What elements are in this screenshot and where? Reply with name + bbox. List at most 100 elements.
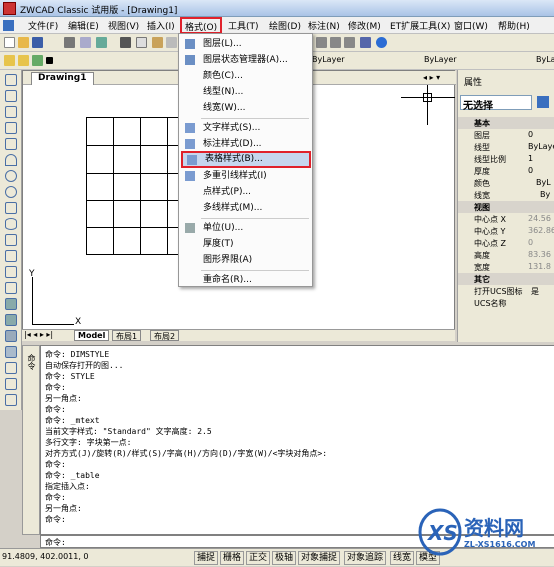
point-icon[interactable] — [5, 282, 17, 294]
app-menu-icon[interactable] — [3, 20, 14, 31]
tool-palette-icon[interactable] — [344, 37, 355, 48]
menu-tools[interactable]: 工具(T) — [226, 19, 261, 32]
copy-icon[interactable] — [136, 37, 147, 48]
spline-icon[interactable] — [5, 202, 17, 214]
prop-key: UCS名称 — [474, 299, 507, 308]
section-basic[interactable]: 基本 — [474, 118, 490, 129]
menu-dimension[interactable]: 标注(N) — [306, 19, 342, 32]
osnap-toggle[interactable]: 对象捕捉 — [298, 551, 341, 565]
menu-draw[interactable]: 绘图(D) — [267, 19, 303, 32]
polygon-icon[interactable] — [5, 122, 17, 134]
circle-icon[interactable] — [5, 170, 17, 182]
ellipse-icon[interactable] — [5, 218, 17, 230]
menu-file[interactable]: 文件(F) — [26, 19, 60, 32]
calculator-icon[interactable] — [360, 37, 371, 48]
arc-icon[interactable] — [5, 154, 17, 166]
design-center-icon[interactable] — [330, 37, 341, 48]
mtext-icon[interactable] — [5, 394, 17, 406]
properties-icon[interactable] — [316, 37, 327, 48]
menu-item-layer[interactable]: 图层(L)... — [181, 36, 311, 52]
menu-item-table-style[interactable]: 表格样式(B)... — [181, 151, 311, 168]
paste-icon[interactable] — [152, 37, 163, 48]
section-view[interactable]: 视图 — [474, 202, 490, 213]
lineweight-toggle[interactable]: 线宽 — [390, 551, 415, 565]
menu-edit[interactable]: 编辑(E) — [66, 19, 101, 32]
layer-sun-icon[interactable] — [18, 55, 29, 66]
menu-item-point-style[interactable]: 点样式(P)... — [181, 184, 311, 200]
menu-format[interactable]: 格式(O) — [180, 17, 223, 34]
wipeout-icon[interactable] — [5, 346, 17, 358]
menu-modify[interactable]: 修改(M) — [346, 19, 383, 32]
menu-item-multiline-style[interactable]: 多线样式(M)... — [181, 200, 311, 216]
layer-lock-icon[interactable] — [32, 55, 43, 66]
otrack-toggle[interactable]: 对象追踪 — [344, 551, 387, 565]
menu-window[interactable]: 窗口(W) — [452, 19, 490, 32]
menu-item-rename[interactable]: 重命名(R)... — [181, 272, 311, 288]
match-properties-icon[interactable] — [166, 37, 177, 48]
prop-key: 高度 — [474, 251, 490, 260]
tab-model[interactable]: Model — [74, 330, 110, 341]
menu-help[interactable]: 帮助(H) — [496, 19, 532, 32]
menu-view[interactable]: 视图(V) — [106, 19, 141, 32]
menu-item-color[interactable]: 颜色(C)... — [181, 68, 311, 84]
save-icon[interactable] — [32, 37, 43, 48]
ortho-toggle[interactable]: 正交 — [246, 551, 271, 565]
region-icon[interactable] — [5, 330, 17, 342]
construction-line-icon[interactable] — [5, 90, 17, 102]
menu-item-thickness[interactable]: 厚度(T) — [181, 236, 311, 252]
polar-toggle[interactable]: 极轴 — [272, 551, 297, 565]
layout-nav-icon[interactable]: |◂ ◂ ▸ ▸| — [24, 330, 53, 339]
menu-et-tools[interactable]: ET扩展工具(X) — [388, 19, 452, 32]
make-block-icon[interactable] — [5, 266, 17, 278]
prop-value[interactable]: By — [540, 190, 550, 199]
layer-light-icon[interactable] — [4, 55, 15, 66]
publish-icon[interactable] — [96, 37, 107, 48]
selection-combo[interactable]: 无选择 — [460, 95, 532, 112]
help-icon[interactable] — [376, 37, 387, 48]
prop-value[interactable]: ByL — [536, 178, 551, 187]
grid-toggle[interactable]: 栅格 — [220, 551, 245, 565]
snap-toggle[interactable]: 捕捉 — [194, 551, 219, 565]
prop-value[interactable]: 0 — [528, 130, 533, 139]
tab-layout2[interactable]: 布局2 — [150, 330, 180, 341]
menu-item-text-style[interactable]: 文字样式(S)... — [181, 120, 311, 136]
polyline-icon[interactable] — [5, 106, 17, 118]
new-icon[interactable] — [4, 37, 15, 48]
menu-item-drawing-limits[interactable]: 图形界限(A) — [181, 252, 311, 268]
menu-item-multileader-style[interactable]: 多重引线样式(I) — [181, 168, 311, 184]
cut-icon[interactable] — [120, 37, 131, 48]
doc-tab-drawing1[interactable]: Drawing1 — [31, 72, 94, 85]
command-window-handle[interactable]: 命令 — [22, 345, 40, 535]
revision-cloud-icon[interactable] — [5, 186, 17, 198]
menu-insert[interactable]: 插入(I) — [145, 19, 177, 32]
menu-item-lineweight[interactable]: 线宽(W)... — [181, 100, 311, 116]
text-icon[interactable] — [5, 362, 17, 374]
quick-select-icon[interactable] — [537, 96, 549, 108]
insert-block-icon[interactable] — [5, 250, 17, 262]
menu-item-layer-state-manager[interactable]: 图层状态管理器(A)... — [181, 52, 311, 68]
color-combo[interactable]: ByLayer — [310, 54, 378, 67]
ellipse-arc-icon[interactable] — [5, 234, 17, 246]
tab-nav-arrows-icon[interactable]: ◂ ▸ ▾ — [423, 73, 440, 82]
rectangle-icon[interactable] — [5, 138, 17, 150]
hatch-icon[interactable] — [5, 298, 17, 310]
prop-value[interactable]: 是 — [531, 286, 539, 297]
print-preview-icon[interactable] — [80, 37, 91, 48]
line-icon[interactable] — [5, 74, 17, 86]
prop-value[interactable]: 0 — [528, 166, 533, 175]
section-other[interactable]: 其它 — [474, 274, 490, 285]
command-line: 命令: DIMSTYLE — [45, 350, 110, 359]
menu-item-linetype[interactable]: 线型(N)... — [181, 84, 311, 100]
menu-item-dimension-style[interactable]: 标注样式(D)... — [181, 136, 311, 152]
title-bar: ZWCAD Classic 试用版 - [Drawing1] — [0, 0, 554, 17]
linetype-combo[interactable]: ByLayer — [384, 54, 470, 67]
tab-layout1[interactable]: 布局1 — [112, 330, 142, 341]
gradient-icon[interactable] — [5, 314, 17, 326]
open-icon[interactable] — [18, 37, 29, 48]
prop-value[interactable]: ByLayer — [528, 142, 554, 151]
table-icon[interactable] — [5, 378, 17, 390]
menu-item-units[interactable]: 单位(U)... — [181, 220, 311, 236]
lineweight-combo[interactable]: ByLaye — [476, 54, 554, 67]
print-icon[interactable] — [64, 37, 75, 48]
prop-value[interactable]: 1 — [528, 154, 533, 163]
